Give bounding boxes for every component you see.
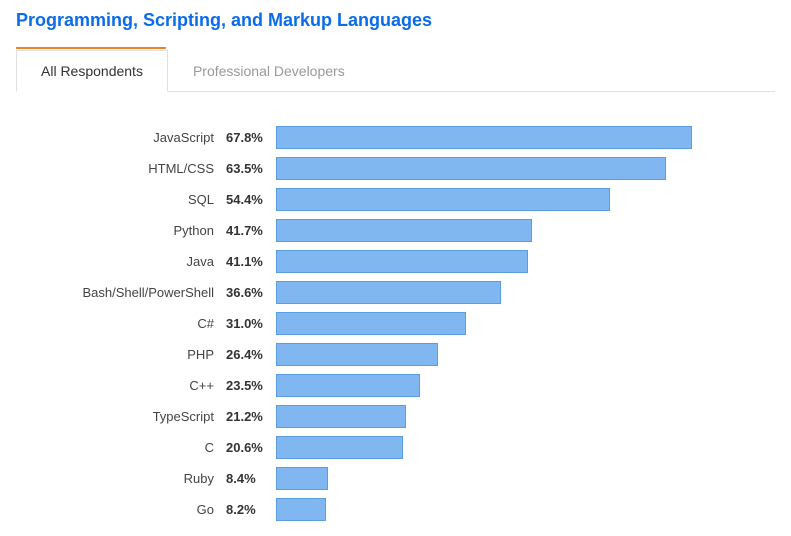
chart-bar-track	[276, 126, 706, 149]
chart-row-value: 26.4%	[226, 347, 276, 362]
chart-row: TypeScript21.2%	[36, 401, 775, 432]
chart-bar-track	[276, 436, 706, 459]
chart-bar	[276, 188, 610, 211]
chart-bar-track	[276, 250, 706, 273]
bar-chart: JavaScript67.8%HTML/CSS63.5%SQL54.4%Pyth…	[16, 122, 775, 525]
chart-row-label: TypeScript	[36, 409, 226, 424]
chart-row-value: 36.6%	[226, 285, 276, 300]
chart-row-label: Python	[36, 223, 226, 238]
chart-row: C20.6%	[36, 432, 775, 463]
chart-bar	[276, 250, 528, 273]
section-title: Programming, Scripting, and Markup Langu…	[16, 10, 775, 31]
chart-bar-track	[276, 498, 706, 521]
chart-row-value: 8.2%	[226, 502, 276, 517]
chart-bar	[276, 219, 532, 242]
chart-bar	[276, 436, 403, 459]
chart-row-label: PHP	[36, 347, 226, 362]
chart-bar-track	[276, 343, 706, 366]
chart-row-label: C#	[36, 316, 226, 331]
chart-row-value: 23.5%	[226, 378, 276, 393]
tab-all-respondents[interactable]: All Respondents	[16, 50, 168, 92]
chart-bar	[276, 467, 328, 490]
chart-row-label: Ruby	[36, 471, 226, 486]
chart-bar-track	[276, 219, 706, 242]
chart-row-label: Go	[36, 502, 226, 517]
chart-row-label: SQL	[36, 192, 226, 207]
tabs-container: All Respondents Professional Developers	[16, 49, 775, 92]
chart-row-value: 41.1%	[226, 254, 276, 269]
chart-bar	[276, 343, 438, 366]
chart-row-value: 54.4%	[226, 192, 276, 207]
chart-row: PHP26.4%	[36, 339, 775, 370]
chart-bar-track	[276, 312, 706, 335]
chart-bar-track	[276, 157, 706, 180]
chart-row-label: C++	[36, 378, 226, 393]
chart-bar-track	[276, 281, 706, 304]
chart-bar	[276, 498, 326, 521]
chart-row: Go8.2%	[36, 494, 775, 525]
chart-row-label: Bash/Shell/PowerShell	[36, 285, 226, 300]
chart-row-value: 31.0%	[226, 316, 276, 331]
chart-row: Python41.7%	[36, 215, 775, 246]
tab-professional-developers[interactable]: Professional Developers	[168, 50, 370, 92]
chart-row-value: 41.7%	[226, 223, 276, 238]
chart-row-label: JavaScript	[36, 130, 226, 145]
chart-row: SQL54.4%	[36, 184, 775, 215]
chart-row: C#31.0%	[36, 308, 775, 339]
chart-row: HTML/CSS63.5%	[36, 153, 775, 184]
chart-bar	[276, 281, 501, 304]
chart-bar	[276, 374, 420, 397]
chart-row-value: 63.5%	[226, 161, 276, 176]
chart-bar-track	[276, 374, 706, 397]
chart-row-value: 21.2%	[226, 409, 276, 424]
chart-row-label: Java	[36, 254, 226, 269]
chart-row: JavaScript67.8%	[36, 122, 775, 153]
chart-row-value: 67.8%	[226, 130, 276, 145]
chart-row-label: C	[36, 440, 226, 455]
chart-bar-track	[276, 405, 706, 428]
chart-row: C++23.5%	[36, 370, 775, 401]
chart-row: Ruby8.4%	[36, 463, 775, 494]
chart-bar	[276, 126, 692, 149]
chart-row: Java41.1%	[36, 246, 775, 277]
chart-row-label: HTML/CSS	[36, 161, 226, 176]
chart-row-value: 20.6%	[226, 440, 276, 455]
chart-bar	[276, 405, 406, 428]
chart-bar	[276, 312, 466, 335]
chart-row-value: 8.4%	[226, 471, 276, 486]
chart-bar-track	[276, 188, 706, 211]
chart-bar-track	[276, 467, 706, 490]
chart-bar	[276, 157, 666, 180]
chart-row: Bash/Shell/PowerShell36.6%	[36, 277, 775, 308]
